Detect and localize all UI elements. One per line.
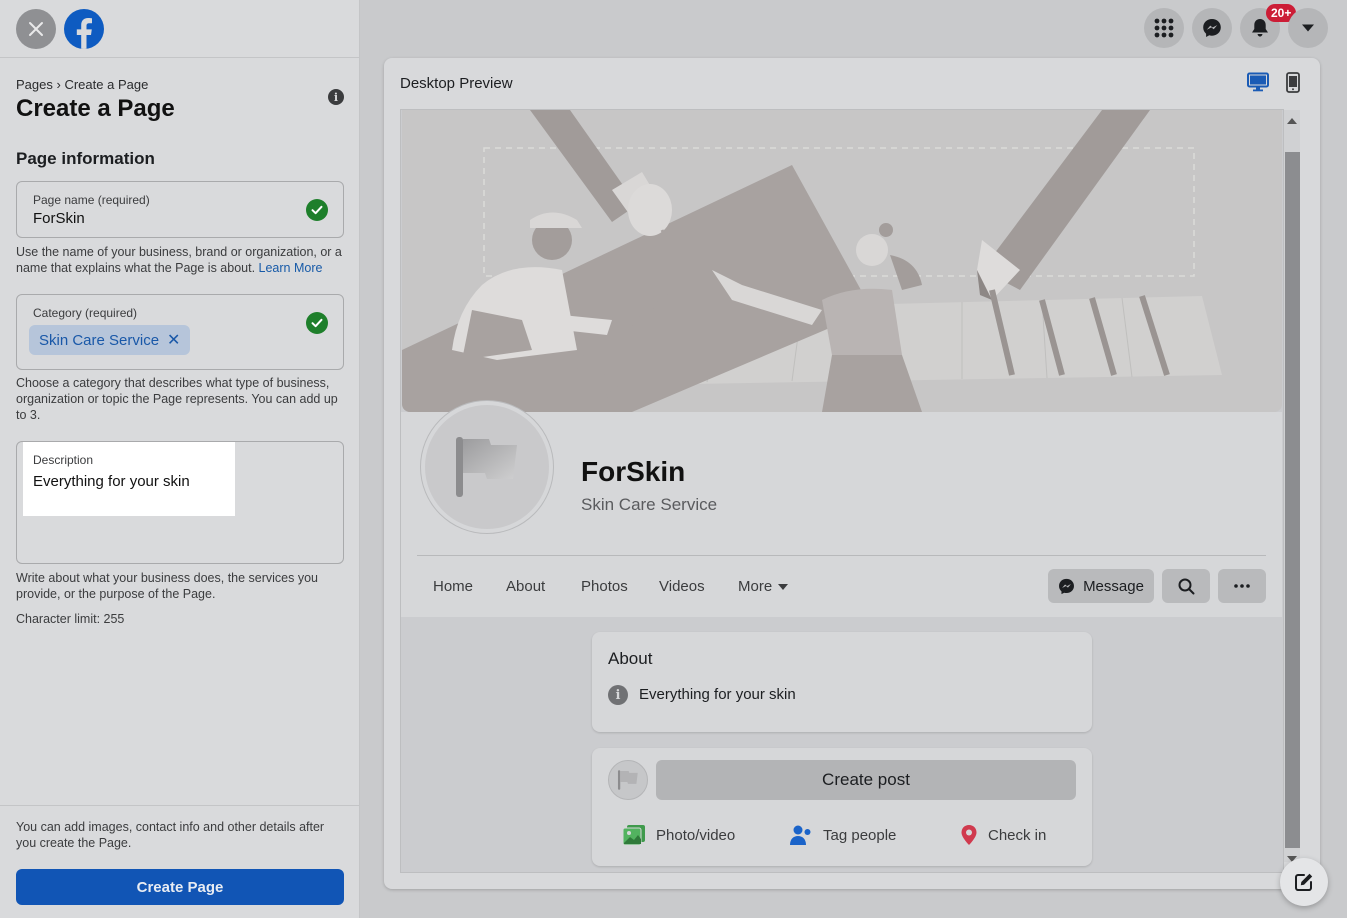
- more-options-button[interactable]: [1218, 569, 1266, 603]
- description-helper: Write about what your business does, the…: [16, 571, 319, 601]
- mobile-icon: [1286, 72, 1300, 93]
- compose-icon: [1295, 873, 1313, 891]
- preview-page-category: Skin Care Service: [581, 495, 718, 514]
- page-title: Create a Page: [16, 95, 175, 122]
- close-button[interactable]: [16, 9, 56, 49]
- tag-people-label: Tag people: [823, 826, 897, 844]
- message-button[interactable]: Message: [1048, 569, 1154, 603]
- compose-button[interactable]: [1280, 858, 1328, 906]
- learn-more-link[interactable]: Learn More: [259, 261, 323, 275]
- category-chip-label: Skin Care Service: [39, 331, 160, 349]
- category-label: Category (required): [33, 306, 138, 320]
- messenger-icon: [1059, 578, 1075, 594]
- breadcrumb-pages[interactable]: Pages: [16, 77, 53, 92]
- check-in-label: Check in: [988, 826, 1047, 844]
- mobile-preview-toggle[interactable]: [1286, 72, 1300, 98]
- message-button-label: Message: [1083, 577, 1144, 595]
- preview-page-name: ForSkin: [581, 456, 686, 487]
- page-name-field[interactable]: Page name (required) ForSkin: [16, 181, 344, 238]
- menu-grid-icon: [1154, 18, 1174, 38]
- scroll-up-icon[interactable]: [1287, 118, 1297, 124]
- cover-photo: [402, 110, 1282, 412]
- about-card: About i Everything for your skin: [592, 632, 1092, 732]
- page-name-helper: Use the name of your business, brand or …: [16, 244, 346, 276]
- account-menu-button[interactable]: [1288, 8, 1328, 48]
- info-icon: i: [608, 685, 628, 705]
- desktop-preview-toggle[interactable]: [1247, 72, 1269, 97]
- bell-icon: [1252, 19, 1268, 37]
- create-page-sidebar: Pages › Create a Page Create a Page i Pa…: [0, 0, 360, 918]
- tab-about[interactable]: About: [506, 578, 545, 595]
- category-helper: Choose a category that describes what ty…: [16, 376, 338, 422]
- page-name-label: Page name (required): [33, 193, 150, 207]
- flag-icon: [456, 437, 517, 497]
- caret-down-icon: [1302, 24, 1314, 32]
- tab-home[interactable]: Home: [433, 578, 473, 595]
- flag-icon: [617, 770, 638, 790]
- create-post-button[interactable]: Create post: [656, 760, 1076, 800]
- create-page-button[interactable]: Create Page: [16, 869, 344, 905]
- about-title: About: [608, 649, 653, 668]
- tag-people-action[interactable]: Tag people: [789, 824, 896, 846]
- about-text: Everything for your skin: [639, 686, 796, 703]
- tab-photos[interactable]: Photos: [581, 578, 628, 595]
- breadcrumb: Pages › Create a Page: [16, 77, 148, 92]
- search-button[interactable]: [1162, 569, 1210, 603]
- cover-illustration: [402, 110, 1282, 412]
- footer-note: You can add images, contact info and oth…: [16, 820, 325, 850]
- check-icon: [306, 312, 328, 334]
- check-in-action[interactable]: Check in: [960, 824, 1046, 846]
- info-icon[interactable]: i: [328, 89, 344, 105]
- facebook-logo[interactable]: [64, 9, 104, 49]
- post-avatar: [608, 760, 648, 800]
- tab-more-label: More: [738, 578, 773, 595]
- photo-video-action[interactable]: Photo/video: [622, 824, 735, 846]
- more-horizontal-icon: [1234, 584, 1250, 588]
- breadcrumb-separator: ›: [56, 77, 61, 92]
- menu-button[interactable]: [1144, 8, 1184, 48]
- category-chip: Skin Care Service ✕: [29, 325, 191, 355]
- profile-divider: [417, 555, 1266, 556]
- close-icon: [29, 22, 43, 36]
- preview-title: Desktop Preview: [400, 75, 513, 92]
- tab-videos[interactable]: Videos: [659, 578, 705, 595]
- breadcrumb-current: Create a Page: [64, 77, 149, 92]
- description-label: Description: [33, 453, 94, 467]
- photo-icon: [622, 825, 645, 846]
- desktop-icon: [1247, 72, 1269, 92]
- scrollbar-thumb[interactable]: [1285, 152, 1300, 848]
- chip-remove-icon[interactable]: ✕: [167, 330, 180, 350]
- profile-picture[interactable]: [421, 401, 553, 533]
- section-title: Page information: [16, 149, 155, 168]
- location-pin-icon: [961, 825, 977, 845]
- category-field[interactable]: Category (required) Skin Care Service ✕: [16, 294, 344, 370]
- check-icon: [306, 199, 328, 221]
- search-icon: [1178, 578, 1194, 594]
- caret-down-icon: [778, 584, 789, 591]
- photo-video-label: Photo/video: [656, 826, 736, 844]
- description-field[interactable]: Description Everything for your skin: [16, 441, 344, 564]
- tag-people-icon: [790, 825, 811, 845]
- page-name-input[interactable]: ForSkin: [33, 210, 85, 227]
- tab-more[interactable]: More: [738, 578, 789, 595]
- facebook-f-icon: [76, 18, 92, 49]
- create-post-card: Create post Photo/video Tag people Check…: [592, 748, 1092, 866]
- character-limit: Character limit: 255: [16, 612, 125, 626]
- messenger-icon: [1203, 19, 1221, 37]
- description-textarea[interactable]: Everything for your skin: [33, 473, 190, 490]
- messenger-button[interactable]: [1192, 8, 1232, 48]
